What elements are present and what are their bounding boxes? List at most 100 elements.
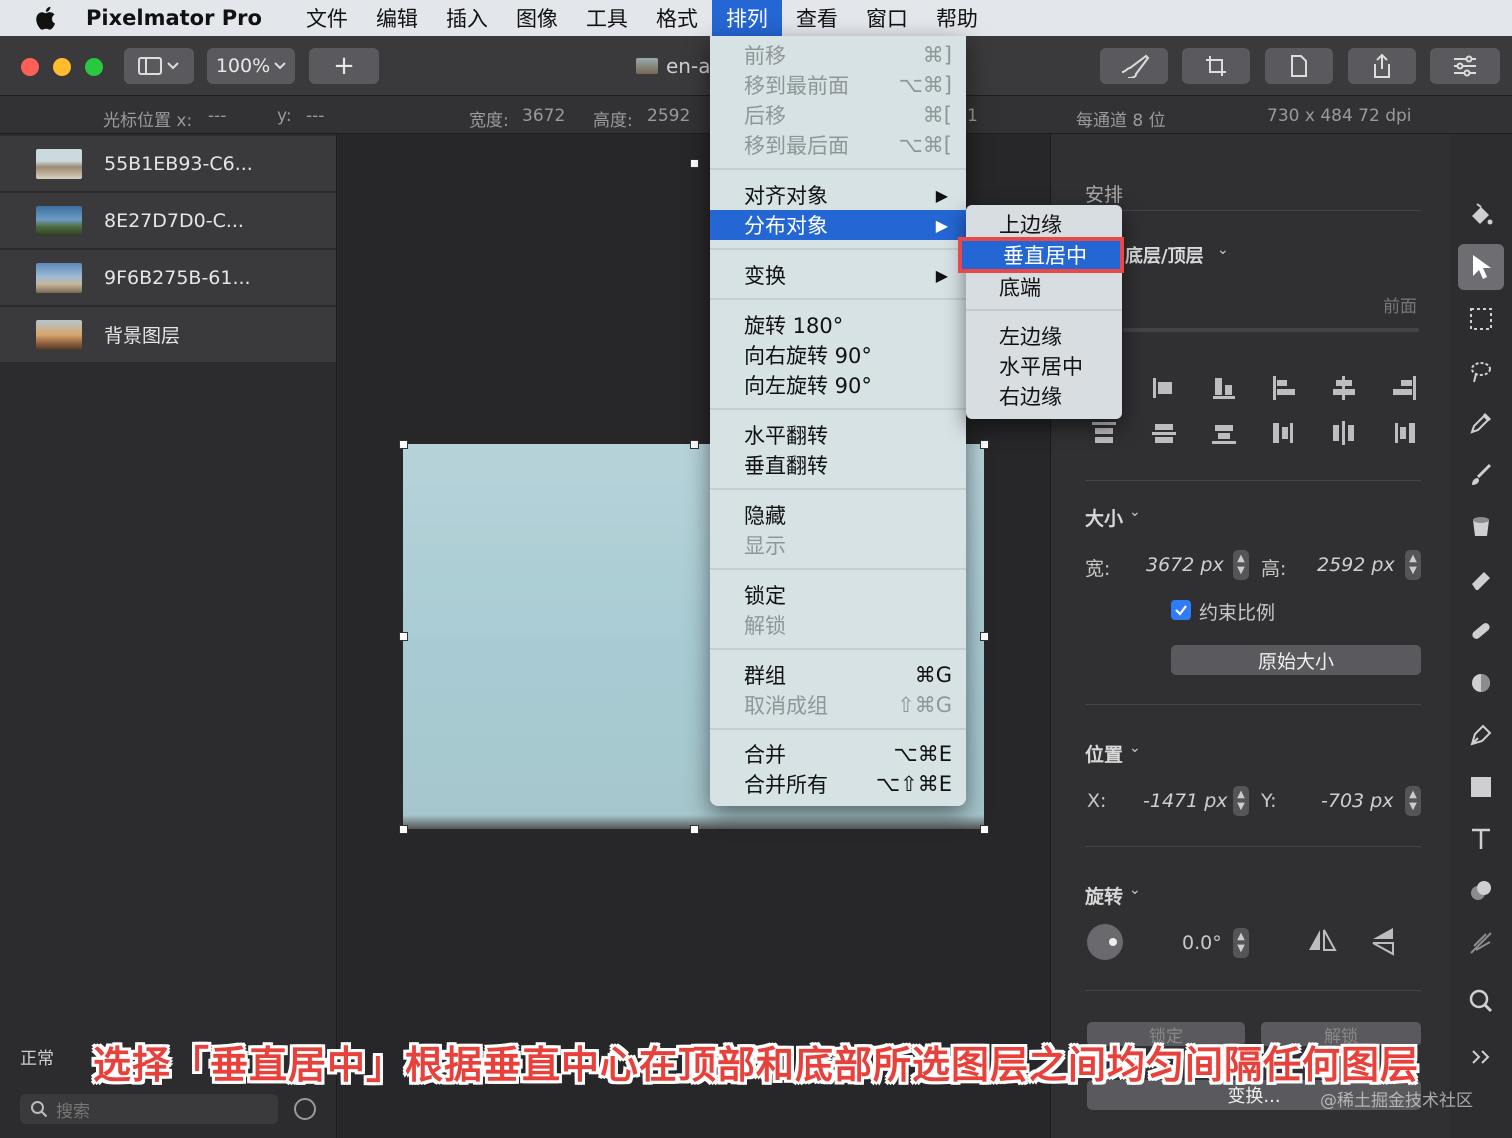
menu-item-rotate-180[interactable]: 旋转 180° xyxy=(710,310,966,340)
tool-retouch[interactable] xyxy=(1458,608,1504,654)
tool-pen[interactable] xyxy=(1458,712,1504,758)
filter-icon[interactable] xyxy=(294,1098,316,1120)
x-field[interactable]: -1471 px xyxy=(1143,790,1228,812)
tool-color-adjust[interactable] xyxy=(1458,868,1504,914)
x-stepper[interactable]: ▲ ▼ xyxy=(1233,786,1249,816)
tool-zoom[interactable] xyxy=(1458,978,1504,1024)
zoom-window-button[interactable] xyxy=(85,58,103,76)
crop-button[interactable] xyxy=(1182,48,1250,84)
add-button[interactable]: + xyxy=(309,48,379,84)
brush-tool-button[interactable] xyxy=(1100,48,1168,84)
document-button[interactable] xyxy=(1265,48,1333,84)
menu-file[interactable]: 文件 xyxy=(292,0,362,36)
menu-item-rotate-left[interactable]: 向左旋转 90° xyxy=(710,370,966,400)
menu-image[interactable]: 图像 xyxy=(502,0,572,36)
resize-handle-top[interactable] xyxy=(690,159,699,168)
zoom-dropdown[interactable]: 100% xyxy=(207,48,295,84)
size-section-title[interactable]: 大小 xyxy=(1085,504,1123,531)
tool-type[interactable] xyxy=(1458,816,1504,862)
original-size-button[interactable]: 原始大小 xyxy=(1171,645,1421,675)
resize-handle-middle-right[interactable] xyxy=(980,632,989,641)
order-dropdown[interactable]: 底层/顶层 xyxy=(1125,242,1204,268)
align-top-left-icon[interactable] xyxy=(1271,376,1297,400)
submenu-item-right-edges[interactable]: 右边缘 xyxy=(966,381,1122,411)
layer-row[interactable]: 9F6B275B-61... xyxy=(0,250,336,306)
menu-item-align-objects[interactable]: 对齐对象 ▶ xyxy=(710,180,966,210)
submenu-item-horizontal-centers[interactable]: 水平居中 xyxy=(966,351,1122,381)
submenu-item-top-edges[interactable]: 上边缘 xyxy=(966,209,1122,239)
layer-search-field[interactable]: 搜索 xyxy=(20,1094,278,1124)
menu-item-ungroup[interactable]: 取消成组 ⇧⌘G xyxy=(710,690,966,720)
tool-magic-wand[interactable] xyxy=(1458,348,1504,394)
menu-item-merge-all[interactable]: 合并所有 ⌥⇧⌘E xyxy=(710,769,966,799)
tool-style[interactable] xyxy=(1458,192,1504,238)
tool-selection[interactable] xyxy=(1458,296,1504,342)
distribute-bottom-icon[interactable] xyxy=(1211,421,1237,445)
tool-shape[interactable] xyxy=(1458,764,1504,810)
submenu-item-vertical-centers[interactable]: 垂直居中 xyxy=(958,237,1124,273)
close-window-button[interactable] xyxy=(21,58,39,76)
y-stepper[interactable]: ▲ ▼ xyxy=(1405,786,1421,816)
align-top-icon[interactable] xyxy=(1091,421,1117,445)
height-stepper[interactable]: ▲ ▼ xyxy=(1405,550,1421,580)
position-section-title[interactable]: 位置 xyxy=(1085,740,1123,767)
layer-row[interactable]: 8E27D7D0-C... xyxy=(0,193,336,249)
y-field[interactable]: -703 px xyxy=(1321,790,1393,812)
menu-arrange[interactable]: 排列 xyxy=(711,0,782,36)
tool-fill[interactable] xyxy=(1458,504,1504,550)
resize-handle-bottom-middle[interactable] xyxy=(690,825,699,834)
resize-handle-top-left[interactable] xyxy=(399,440,408,449)
constrain-checkbox[interactable] xyxy=(1171,600,1191,620)
menu-item-group[interactable]: 群组 ⌘G xyxy=(710,660,966,690)
rotation-stepper[interactable]: ▲ ▼ xyxy=(1233,928,1249,958)
align-center-horizontal-icon[interactable] xyxy=(1331,376,1357,400)
menu-tools[interactable]: 工具 xyxy=(572,0,642,36)
resize-handle-bottom-left[interactable] xyxy=(399,825,408,834)
menu-help[interactable]: 帮助 xyxy=(922,0,992,36)
minimize-window-button[interactable] xyxy=(53,58,71,76)
menu-item-flip-vertical[interactable]: 垂直翻转 xyxy=(710,450,966,480)
menu-format[interactable]: 格式 xyxy=(642,0,712,36)
menu-view[interactable]: 查看 xyxy=(782,0,852,36)
order-slider[interactable] xyxy=(1123,328,1419,332)
adjustments-button[interactable] xyxy=(1430,48,1500,84)
tool-paint[interactable] xyxy=(1458,452,1504,498)
align-left-icon[interactable] xyxy=(1151,376,1177,400)
align-middle-icon[interactable] xyxy=(1151,421,1177,445)
menu-item-distribute-objects[interactable]: 分布对象 ▶ xyxy=(710,210,966,240)
layer-row[interactable]: 55B1EB93-C6... xyxy=(0,136,336,192)
tool-erase[interactable] xyxy=(1458,556,1504,602)
distribute-right-icon[interactable] xyxy=(1391,421,1417,445)
menu-window[interactable]: 窗口 xyxy=(852,0,922,36)
menu-item-hide[interactable]: 隐藏 xyxy=(710,500,966,530)
menu-item-bring-forward[interactable]: 前移 ⌘] xyxy=(710,40,966,70)
menu-item-lock[interactable]: 锁定 xyxy=(710,580,966,610)
tool-distort[interactable] xyxy=(1458,660,1504,706)
menu-item-show[interactable]: 显示 xyxy=(710,530,966,560)
sidebar-toggle-button[interactable] xyxy=(124,48,194,84)
menu-edit[interactable]: 编辑 xyxy=(362,0,432,36)
width-stepper[interactable]: ▲ ▼ xyxy=(1233,550,1249,580)
resize-handle-middle-left[interactable] xyxy=(399,632,408,641)
tool-color-picker[interactable] xyxy=(1458,400,1504,446)
distribute-center-icon[interactable] xyxy=(1331,421,1357,445)
rotation-dial[interactable] xyxy=(1087,924,1123,960)
submenu-item-bottom-edges[interactable]: 底端 xyxy=(966,272,1122,302)
flip-horizontal-icon[interactable] xyxy=(1307,928,1337,954)
resize-handle-bottom-right[interactable] xyxy=(980,825,989,834)
menu-item-bring-to-front[interactable]: 移到最前面 ⌥⌘] xyxy=(710,70,966,100)
menu-item-send-to-back[interactable]: 移到最后面 ⌥⌘[ xyxy=(710,130,966,160)
menu-item-send-backward[interactable]: 后移 ⌘[ xyxy=(710,100,966,130)
align-bottom-icon[interactable] xyxy=(1211,376,1237,400)
app-name[interactable]: Pixelmator Pro xyxy=(86,6,262,30)
menu-insert[interactable]: 插入 xyxy=(432,0,502,36)
apple-icon[interactable] xyxy=(30,1,64,35)
rotation-section-title[interactable]: 旋转 xyxy=(1085,882,1123,909)
distribute-left-icon[interactable] xyxy=(1271,421,1297,445)
menu-item-unlock[interactable]: 解锁 xyxy=(710,610,966,640)
menu-item-transform[interactable]: 变换 ▶ xyxy=(710,260,966,290)
resize-handle-top-right[interactable] xyxy=(980,440,989,449)
submenu-item-left-edges[interactable]: 左边缘 xyxy=(966,321,1122,351)
tool-effects[interactable] xyxy=(1458,920,1504,966)
menu-item-flip-horizontal[interactable]: 水平翻转 xyxy=(710,420,966,450)
